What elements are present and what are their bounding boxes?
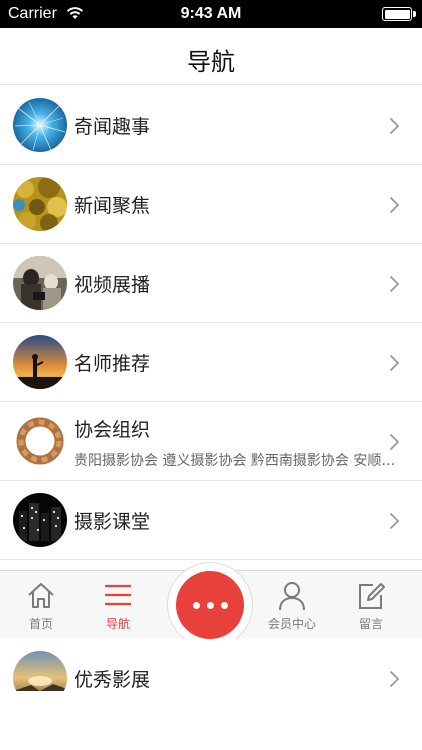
night-city-thumbnail (13, 493, 67, 547)
clock: 9:43 AM (180, 5, 242, 22)
nav-header: 导航 (0, 28, 422, 85)
sunset-photographer-thumbnail (13, 335, 67, 389)
bread-ring-thumbnail (13, 414, 67, 468)
chevron-right-icon (389, 433, 400, 451)
home-icon (28, 583, 54, 608)
tab-navigation[interactable]: 导航 (83, 571, 153, 640)
tab-label: 首页 (28, 617, 53, 631)
list-item-photo-class[interactable]: 摄影课堂 (0, 481, 422, 560)
battery-icon (382, 7, 416, 21)
page-title: 导航 (187, 48, 235, 76)
chevron-right-icon (389, 354, 400, 372)
list-item-title: 摄影课堂 (74, 511, 151, 533)
chevron-right-icon (389, 275, 400, 293)
tab-bar: 首页 导航 会员中心 留言 (0, 562, 422, 648)
chevron-right-icon (389, 196, 400, 214)
tab-label: 导航 (105, 617, 130, 631)
golden-leaves-thumbnail (13, 177, 67, 231)
people-photo-thumbnail (13, 256, 67, 310)
abstract-blue-thumbnail (13, 98, 67, 152)
tab-label: 会员中心 (267, 617, 316, 631)
more-icon-dot (207, 602, 214, 609)
more-button[interactable] (176, 571, 244, 639)
list-item-associations[interactable]: 协会组织 贵阳摄影协会 遵义摄影协会 黔西南摄影协会 安顺摄影协会 (0, 402, 422, 481)
category-list: 奇闻趣事 新闻聚焦 视频展播 名师推荐 协会组织 贵阳摄影协会 遵义摄影协会 黔… (0, 86, 422, 560)
tab-home[interactable]: 首页 (6, 571, 76, 640)
list-item-video[interactable]: 视频展播 (0, 244, 422, 323)
list-item-subtitle: 贵阳摄影协会 遵义摄影协会 黔西南摄影协会 安顺摄影协会 (74, 453, 404, 469)
avatar-clip (0, 691, 80, 721)
menu-icon (105, 584, 131, 606)
user-icon (279, 582, 305, 611)
more-icon-dot (221, 602, 228, 609)
more-icon-dot (193, 602, 200, 609)
list-item-title: 协会组织 (74, 419, 151, 441)
chevron-right-icon (389, 512, 400, 530)
list-item-title: 优秀影展 (74, 669, 151, 691)
status-bar: Carrier 9:43 AM (0, 0, 422, 28)
bottom-blank (0, 719, 422, 750)
tab-messages[interactable]: 留言 (336, 571, 406, 640)
chevron-right-icon (389, 670, 400, 688)
list-item-title: 新闻聚焦 (74, 195, 151, 217)
list-item-news-focus[interactable]: 新闻聚焦 (0, 165, 422, 244)
list-item-excellent-exhibitions[interactable]: 优秀影展 (0, 639, 422, 721)
list-item-title: 视频展播 (74, 274, 151, 296)
tab-member-center[interactable]: 会员中心 (257, 571, 327, 640)
list-item-title: 名师推荐 (74, 353, 151, 375)
edit-icon (359, 583, 385, 609)
chevron-right-icon (389, 117, 400, 135)
list-item-title: 奇闻趣事 (74, 116, 151, 138)
tab-label: 留言 (358, 617, 383, 631)
list-item-strange-news[interactable]: 奇闻趣事 (0, 86, 422, 165)
list-item-famous-teachers[interactable]: 名师推荐 (0, 323, 422, 402)
